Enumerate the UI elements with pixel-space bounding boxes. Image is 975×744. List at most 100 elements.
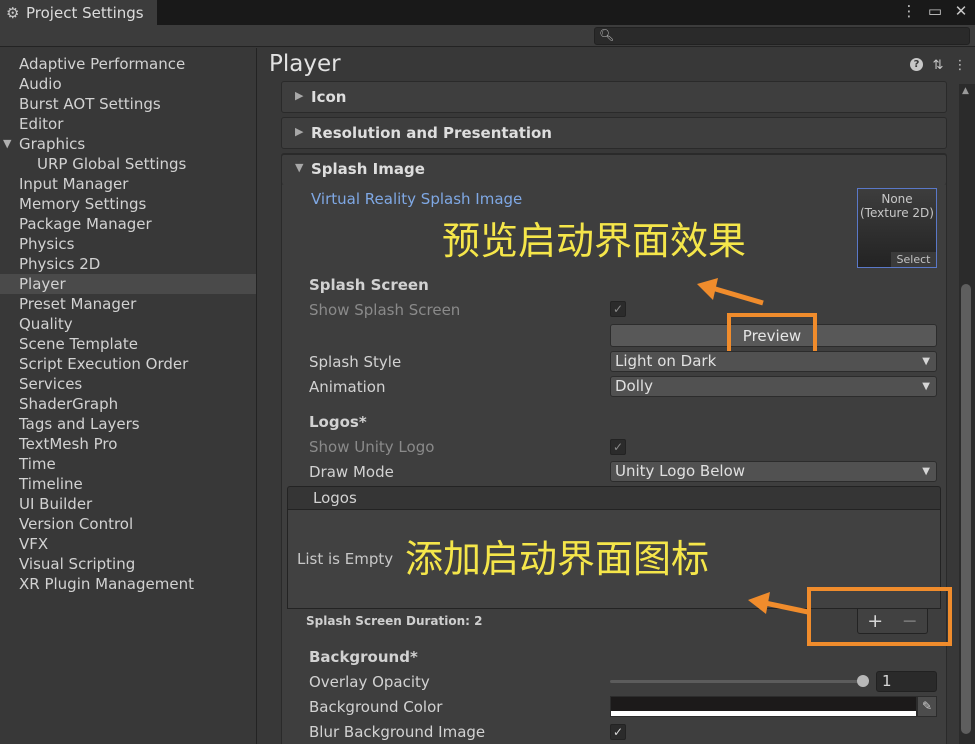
overlay-opacity-slider[interactable] [610,680,863,683]
expand-caret-icon[interactable]: ▼ [3,134,11,154]
sidebar-item-label: Physics 2D [19,255,101,273]
sidebar-item-label: Audio [19,75,62,93]
close-icon[interactable]: ✕ [953,2,969,20]
sidebar-item-label: Timeline [19,475,83,493]
sidebar-item[interactable]: Preset Manager [0,294,256,314]
sidebar-item[interactable]: Input Manager [0,174,256,194]
animation-dropdown[interactable]: Dolly ▼ [610,376,937,397]
overlay-opacity-field[interactable]: 1 [876,671,937,692]
sidebar: Adaptive Performance Audio Burst AOT Setti… [0,48,257,744]
splash-style-dropdown[interactable]: Light on Dark ▼ [610,351,937,372]
splash-style-label: Splash Style [309,353,402,371]
show-splash-label: Show Splash Screen [309,301,461,319]
sidebar-item-label: Graphics [19,135,86,153]
sidebar-item[interactable]: Memory Settings [0,194,256,214]
preset-icon[interactable]: ⇅ [931,58,945,73]
section-icon[interactable]: ▶ Icon [281,81,947,113]
sidebar-item[interactable]: Version Control [0,514,256,534]
sidebar-item-label: ShaderGraph [19,395,119,413]
sidebar-item[interactable]: Editor [0,114,256,134]
eyedropper-icon[interactable]: ✎ [917,696,937,717]
tab-project-settings[interactable]: ⚙ Project Settings [0,0,157,25]
section-resolution[interactable]: ▶ Resolution and Presentation [281,117,947,149]
sidebar-item[interactable]: Audio [0,74,256,94]
section-splash[interactable]: ▼ Splash Image [281,153,947,185]
overlay-opacity-label: Overlay Opacity [309,673,430,691]
scroll-thumb[interactable] [961,284,971,734]
sidebar-item[interactable]: Visual Scripting [0,554,256,574]
splash-duration-text: Splash Screen Duration: 2 [306,614,483,628]
scroll-up-icon[interactable]: ▲ [962,86,969,96]
window-controls: ⋮ ▭ ✕ [901,2,969,20]
sidebar-item-label: Physics [19,235,75,253]
sidebar-item[interactable]: Scene Template [0,334,256,354]
help-icon[interactable]: ? [910,58,923,71]
sidebar-item[interactable]: VFX [0,534,256,554]
annotation-logo-text: 添加启动界面图标 [405,537,710,581]
sidebar-item-label: Adaptive Performance [19,55,186,73]
texture-none-label: None (Texture 2D) [860,192,934,220]
draw-mode-dropdown[interactable]: Unity Logo Below ▼ [610,461,937,482]
slider-handle[interactable] [857,675,869,687]
sidebar-item[interactable]: XR Plugin Management [0,574,256,594]
search-input[interactable]: 🔍︎ [594,27,970,45]
dropdown-value: Light on Dark [615,352,717,370]
show-unity-logo-checkbox[interactable]: ✓ [610,439,626,455]
sidebar-item[interactable]: Physics [0,234,256,254]
sidebar-item[interactable]: Physics 2D [0,254,256,274]
page-title: Player [269,51,341,77]
sidebar-item[interactable]: Adaptive Performance [0,54,256,74]
tab-title: Project Settings [26,3,144,22]
sidebar-item-label: Services [19,375,83,393]
window-titlebar: ⚙ Project Settings ⋮ ▭ ✕ [0,0,975,25]
draw-mode-label: Draw Mode [309,463,394,481]
sidebar-item-label: Scene Template [19,335,138,353]
toolbar: 🔍︎ [0,25,975,47]
expand-caret-icon: ▶ [295,125,304,138]
vertical-scrollbar[interactable]: ▲ [959,84,975,744]
section-label: Icon [311,88,347,106]
more-vert-icon[interactable]: ⋮ [953,58,967,73]
maximize-icon[interactable]: ▭ [927,2,943,20]
title-icons: ? ⇅ ⋮ [910,58,967,73]
sidebar-item[interactable]: UI Builder [0,494,256,514]
texture-object-field[interactable]: None (Texture 2D) Select [857,188,937,268]
sidebar-item[interactable]: Time [0,454,256,474]
show-splash-checkbox[interactable]: ✓ [610,301,626,317]
section-label: Resolution and Presentation [311,124,552,142]
background-color-field[interactable] [610,696,917,717]
sidebar-item-label: Tags and Layers [19,415,140,433]
sidebar-item-label: Version Control [19,515,134,533]
sidebar-item-label: Quality [19,315,73,333]
sidebar-item[interactable]: ▼ Graphics [0,134,256,154]
sidebar-item-label: VFX [19,535,49,553]
more-vert-icon[interactable]: ⋮ [901,2,917,20]
color-alpha-bar [611,711,916,716]
texture-select-button[interactable]: Select [891,252,936,267]
sidebar-item[interactable]: Package Manager [0,214,256,234]
sidebar-item[interactable]: TextMesh Pro [0,434,256,454]
splash-screen-heading: Splash Screen [309,276,429,294]
sidebar-item[interactable]: Timeline [0,474,256,494]
show-unity-logo-label: Show Unity Logo [309,438,435,456]
blur-background-checkbox[interactable]: ✓ [610,724,626,740]
sidebar-item-label: Package Manager [19,215,152,233]
sidebar-item[interactable]: Burst AOT Settings [0,94,256,114]
animation-label: Animation [309,378,386,396]
sidebar-item[interactable]: Quality [0,314,256,334]
sidebar-item[interactable]: Services [0,374,256,394]
sidebar-item-label: Burst AOT Settings [19,95,161,113]
sidebar-item[interactable]: URP Global Settings [0,154,256,174]
vr-splash-image-link[interactable]: Virtual Reality Splash Image [311,190,522,208]
sidebar-item[interactable]: Script Execution Order [0,354,256,374]
sidebar-item-label: Time [19,455,56,473]
sidebar-item-label: Editor [19,115,64,133]
expand-caret-icon: ▶ [295,89,304,102]
sidebar-item-label: Preset Manager [19,295,137,313]
sidebar-item[interactable]: Tags and Layers [0,414,256,434]
sidebar-item[interactable]: Player [0,274,256,294]
dropdown-arrow-icon: ▼ [922,381,930,392]
dropdown-value: Unity Logo Below [615,462,746,480]
sidebar-item-label: Input Manager [19,175,129,193]
sidebar-item[interactable]: ShaderGraph [0,394,256,414]
